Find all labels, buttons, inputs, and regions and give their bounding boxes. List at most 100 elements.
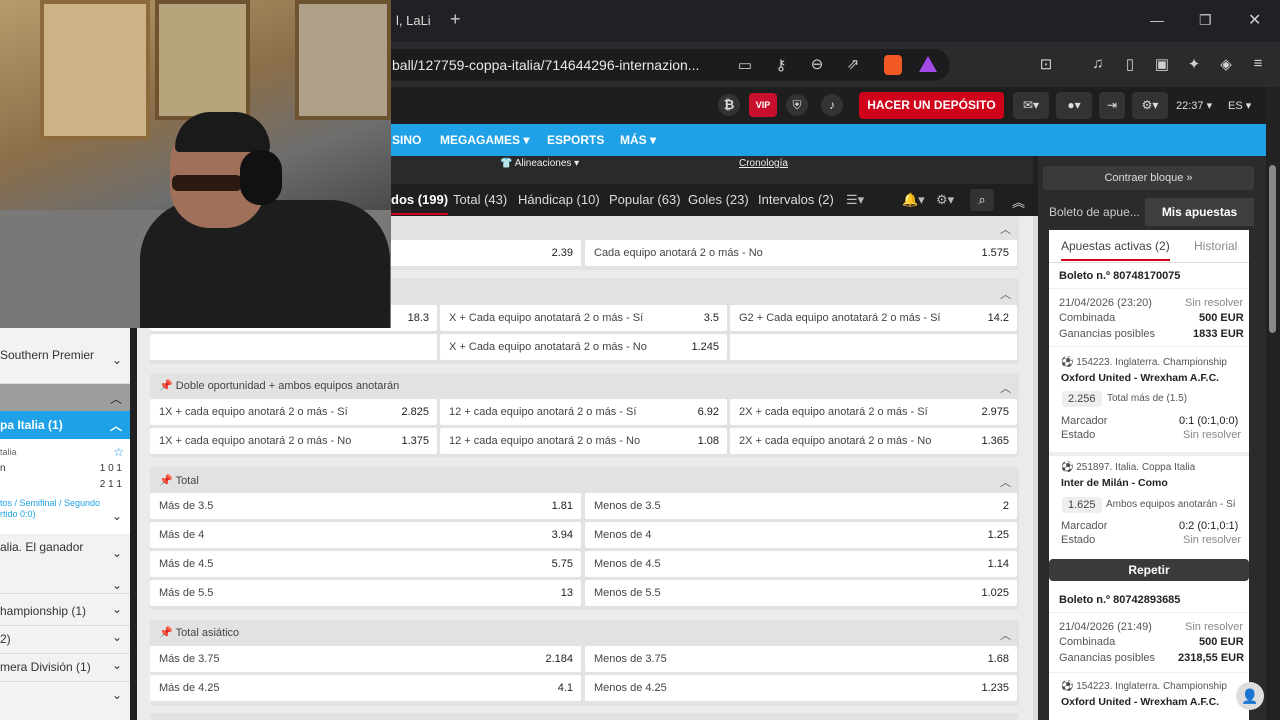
odd-cell[interactable]: Más de 4.25 4.1 <box>150 675 581 701</box>
url-text[interactable]: ball/127759-coppa-italia/714644296-inter… <box>392 57 699 73</box>
maximize-icon[interactable]: ❐ <box>1199 12 1212 29</box>
key-icon[interactable]: ⚷ <box>771 56 791 74</box>
chevron-up-icon[interactable]: ︿ <box>1000 380 1011 396</box>
timeline-link[interactable]: Cronología <box>739 158 788 169</box>
language-selector[interactable]: ES ▾ <box>1228 99 1251 112</box>
event-teams[interactable]: Oxford United - Wrexham A.F.C. <box>1061 372 1219 384</box>
vpn-icon[interactable]: ◈ <box>1216 55 1236 73</box>
odd-cell[interactable]: Menos de 4.5 1.14 <box>585 551 1017 577</box>
odd-cell[interactable]: Más de 5.5 13 <box>150 580 581 606</box>
bell-icon[interactable]: ♪ <box>821 94 843 116</box>
collapse-all-icon[interactable]: ︽ <box>1012 192 1025 211</box>
nav-more[interactable]: MÁS ▾ <box>620 133 656 147</box>
sidebar-item[interactable]: alia. El ganador ⌄ ⌄ <box>0 534 130 594</box>
odd-cell[interactable]: 2X + cada equipo anotará 2 o más - No 1.3… <box>730 428 1017 454</box>
empty-cell <box>730 334 1017 360</box>
odd-cell[interactable]: Más de 3.75 2.184 <box>150 646 581 672</box>
bet-id[interactable]: Boleto n.º 80748170075 <box>1059 270 1180 282</box>
brave-shield-icon[interactable] <box>884 55 902 75</box>
chevron-up-icon[interactable]: ︿ <box>1000 286 1011 302</box>
odd-cell[interactable]: 2X + cada equipo anotará 2 o más - Sí 2.9… <box>730 399 1017 425</box>
odd-cell[interactable]: Menos de 5.5 1.025 <box>585 580 1017 606</box>
match-card[interactable]: talia ☆ n 1 0 1 2 1 1 tos / Semifinal / … <box>0 439 130 534</box>
chevron-up-icon[interactable]: ︿ <box>1000 474 1011 490</box>
reader-icon[interactable]: ⊡ <box>1036 55 1056 73</box>
nav-casino[interactable]: SINO <box>392 133 421 147</box>
odd-cell[interactable]: Más de 4 3.94 <box>150 522 581 548</box>
bet-date: 21/04/2026 (23:20) <box>1059 297 1152 309</box>
odd-cell[interactable]: Menos de 3.5 2 <box>585 493 1017 519</box>
odd-cell[interactable]: 1X + cada equipo anotará 2 o más - No 1.3… <box>150 428 437 454</box>
tab-settings-icon[interactable]: ⚙▾ <box>936 192 954 208</box>
tab-active-bets[interactable]: Apuestas activas (2) <box>1061 239 1170 261</box>
wallet-icon[interactable]: ▣ <box>1152 55 1172 73</box>
shield-icon[interactable]: ⛨ <box>786 94 808 116</box>
odd-cell[interactable]: Menos de 4 1.25 <box>585 522 1017 548</box>
brave-rewards-icon[interactable] <box>919 56 937 72</box>
tab-history[interactable]: Historial <box>1194 239 1237 253</box>
leo-ai-icon[interactable]: ✦ <box>1184 55 1204 73</box>
cast-icon[interactable]: ▭ <box>735 56 755 74</box>
zoom-icon[interactable]: ⊖ <box>807 55 827 73</box>
odd-cell[interactable]: X + Cada equipo anotatará 2 o más - No 1.… <box>440 334 727 360</box>
user-icon[interactable]: ●▾ <box>1056 92 1092 119</box>
sidebar-item[interactable]: 2) ⌄ <box>0 626 130 654</box>
odd-cell[interactable]: Menos de 4.25 1.235 <box>585 675 1017 701</box>
odd-cell[interactable]: Cada equipo anotará 2 o más - No 1.575 <box>585 240 1017 266</box>
sidebar-item[interactable]: hampionship (1) ⌄ <box>0 598 130 626</box>
clock[interactable]: 22:37 ▾ <box>1176 99 1212 112</box>
share-icon[interactable]: ⇗ <box>843 55 863 73</box>
close-icon[interactable]: ✕ <box>1248 10 1261 30</box>
sidebar-item[interactable]: ⌄ <box>0 684 130 712</box>
event-teams[interactable]: Inter de Milán - Como <box>1061 477 1168 489</box>
menu-icon[interactable]: ≡ <box>1248 55 1268 72</box>
notification-icon[interactable]: 🔔▾ <box>902 192 925 208</box>
crypto-icon[interactable]: ₿ <box>718 94 740 116</box>
sidebar-item[interactable]: Southern Premier ⌄ <box>0 328 130 384</box>
tab-goals[interactable]: Goles (23) <box>688 192 749 207</box>
odd-cell[interactable]: X + Cada equipo anotatará 2 o más - Sí 3.… <box>440 305 727 331</box>
minimize-icon[interactable]: — <box>1150 12 1164 28</box>
tab-handicap[interactable]: Hándicap (10) <box>518 192 600 207</box>
collapse-block-button[interactable]: Contraer bloque » <box>1043 166 1254 190</box>
browser-tab-title[interactable]: l, LaLi <box>396 13 431 28</box>
chevron-up-icon[interactable]: ︿ <box>1000 221 1011 237</box>
sidebar-item[interactable]: mera División (1) ⌄ <box>0 654 130 682</box>
odd-cell[interactable]: Más de 4.5 5.75 <box>150 551 581 577</box>
sidebar-group-header[interactable]: ︿ <box>0 384 130 411</box>
event-teams[interactable]: Oxford United - Wrexham A.F.C. <box>1061 696 1219 708</box>
odd-cell[interactable]: 12 + cada equipo anotará 2 o más - Sí 6.9… <box>440 399 727 425</box>
mail-icon[interactable]: ✉▾ <box>1013 92 1049 119</box>
tab-popular[interactable]: Popular (63) <box>609 192 681 207</box>
settings-icon[interactable]: ⚙▾ <box>1132 92 1168 119</box>
page-scrollbar-thumb[interactable] <box>1269 165 1276 333</box>
bet-id[interactable]: Boleto n.º 80742893685 <box>1059 594 1180 606</box>
odd-cell[interactable]: 12 + cada equipo anotará 2 o más - No 1.0… <box>440 428 727 454</box>
support-chat-icon[interactable]: 👤 <box>1236 682 1264 710</box>
logout-icon[interactable]: ⇥ <box>1099 92 1125 119</box>
new-tab-icon[interactable]: + <box>450 9 461 30</box>
search-icon[interactable]: ⌕ <box>970 189 994 211</box>
tab-intervals[interactable]: Intervalos (2) <box>758 192 834 207</box>
star-icon[interactable]: ☆ <box>113 445 124 459</box>
odd-cell[interactable]: 1X + cada equipo anotará 2 o más - Sí 2.8… <box>150 399 437 425</box>
sidebar-item-coppa-italia[interactable]: pa Italia (1) ︿ <box>0 411 130 439</box>
nav-megagames[interactable]: MEGAGAMES ▾ <box>440 133 529 147</box>
nav-esports[interactable]: ESPORTS <box>547 133 604 147</box>
vip-button[interactable]: VIP <box>749 93 777 117</box>
sidebar-icon[interactable]: ▯ <box>1120 55 1140 73</box>
tab-all[interactable]: dos (199) <box>391 192 449 215</box>
tab-total[interactable]: Total (43) <box>453 192 507 207</box>
chevron-up-icon[interactable]: ︿ <box>1000 627 1011 643</box>
odd-cell[interactable]: G2 + Cada equipo anotatará 2 o más - Sí 1… <box>730 305 1017 331</box>
repeat-button[interactable]: Repetir <box>1049 559 1249 581</box>
tab-betslip[interactable]: Boleto de apue... <box>1043 198 1143 226</box>
tab-my-bets[interactable]: Mis apuestas <box>1145 198 1254 226</box>
deposit-button[interactable]: HACER UN DEPÓSITO <box>859 92 1004 119</box>
odd-cell[interactable]: Menos de 3.75 1.68 <box>585 646 1017 672</box>
lineups-link[interactable]: 👕 Alineaciones ▾ <box>500 158 579 169</box>
chevron-down-icon: ⌄ <box>111 688 122 702</box>
odd-cell[interactable]: Más de 3.5 1.81 <box>150 493 581 519</box>
music-icon[interactable]: ♫ <box>1088 55 1108 72</box>
list-view-icon[interactable]: ☰▾ <box>846 192 864 208</box>
